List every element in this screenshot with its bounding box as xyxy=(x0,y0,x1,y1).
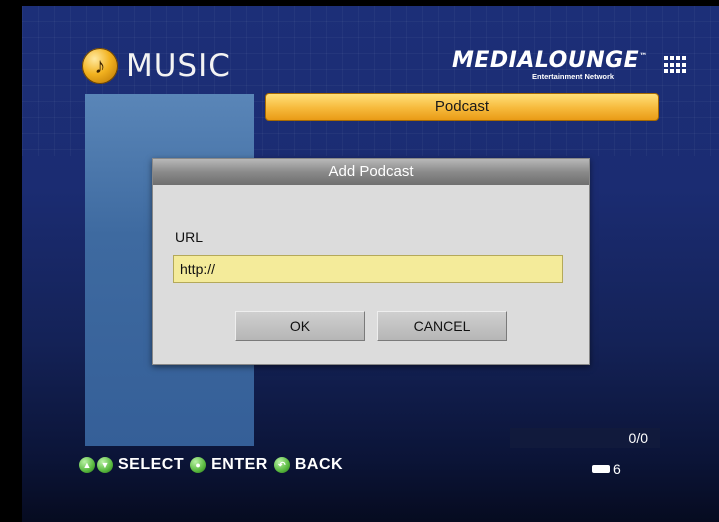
brand-grid-icon xyxy=(664,56,686,74)
back-hint: BACK xyxy=(294,456,344,473)
url-input[interactable] xyxy=(173,255,563,283)
brand-subtitle: Entertainment Network xyxy=(532,72,615,81)
brand-logo: MEDIALOUNGE™ Entertainment Network xyxy=(452,48,692,84)
footer-hints: ▲ ▼ SELECT ● ENTER ↶ BACK xyxy=(79,456,349,474)
enter-icon: ● xyxy=(190,457,207,473)
category-header: Podcast xyxy=(265,93,659,121)
add-podcast-dialog: Add Podcast URL OK CANCEL xyxy=(152,158,590,365)
down-arrow-icon: ▼ xyxy=(97,457,113,473)
battery-level: 6 xyxy=(613,461,621,477)
section-title: MUSIC xyxy=(126,48,231,84)
up-arrow-icon: ▲ xyxy=(79,457,95,473)
battery-icon xyxy=(592,465,610,473)
url-label: URL xyxy=(175,229,204,245)
brand-name: MEDIALOUNGE™ xyxy=(452,48,648,73)
select-hint: SELECT xyxy=(118,456,185,473)
music-note-icon: ♪ xyxy=(82,48,118,84)
item-counter: 0/0 xyxy=(510,428,660,448)
dialog-title: Add Podcast xyxy=(153,159,589,185)
cancel-button[interactable]: CANCEL xyxy=(377,311,507,341)
enter-hint: ENTER xyxy=(211,456,268,473)
tv-screen: ♪ MUSIC MEDIALOUNGE™ Entertainment Netwo… xyxy=(22,6,719,522)
battery-indicator: 6 xyxy=(592,461,621,477)
section-header: ♪ MUSIC xyxy=(82,48,231,84)
back-icon: ↶ xyxy=(273,457,290,473)
ok-button[interactable]: OK xyxy=(235,311,365,341)
